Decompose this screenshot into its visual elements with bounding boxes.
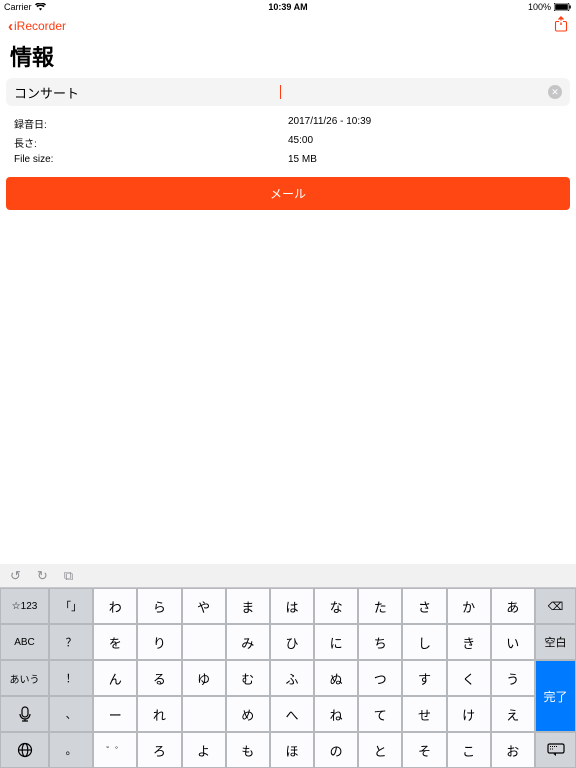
info-value: 45:00	[288, 135, 313, 150]
kana-key[interactable]: へ	[270, 696, 314, 732]
kana-key[interactable]: ぬ	[314, 660, 358, 696]
space-button[interactable]: 空白	[535, 624, 576, 660]
kana-key[interactable]: ひ	[270, 624, 314, 660]
kana-key[interactable]: ？	[49, 624, 93, 660]
kana-key[interactable]: を	[93, 624, 137, 660]
kana-key[interactable]: た	[358, 588, 402, 624]
info-value: 15 MB	[288, 154, 317, 165]
kana-key[interactable]: い	[491, 624, 535, 660]
kana-key[interactable]: ゛゜	[93, 732, 137, 768]
kana-key[interactable]: み	[226, 624, 270, 660]
info-label: 録音日:	[14, 116, 288, 131]
page-title: 情報	[0, 38, 576, 78]
mode-abc-button[interactable]: ABC	[0, 624, 49, 660]
nav-bar: ‹ iRecorder	[0, 14, 576, 38]
kana-key[interactable]: ん	[93, 660, 137, 696]
back-label: iRecorder	[14, 19, 66, 33]
kana-key[interactable]: む	[226, 660, 270, 696]
keyboard: ↺ ↻ ⧉ ☆123「」わらやまはなたさかあ ABC？をり みひにちしきいあいう！ん…	[0, 564, 576, 768]
kana-key[interactable]	[182, 696, 226, 732]
kana-key[interactable]: く	[447, 660, 491, 696]
redo-button[interactable]: ↻	[37, 568, 48, 584]
kana-key[interactable]: て	[358, 696, 402, 732]
kana-key[interactable]: ほ	[270, 732, 314, 768]
kana-key[interactable]: き	[447, 624, 491, 660]
kana-key[interactable]: や	[182, 588, 226, 624]
info-label: File size:	[14, 154, 288, 165]
battery-icon	[554, 3, 572, 11]
mode-kana-button[interactable]: あいう	[0, 660, 49, 696]
keyboard-toolbar: ↺ ↻ ⧉	[0, 564, 576, 588]
chevron-left-icon: ‹	[8, 18, 13, 35]
kana-key[interactable]: に	[314, 624, 358, 660]
kana-key[interactable]: し	[402, 624, 446, 660]
kana-key[interactable]: 、	[49, 696, 93, 732]
clear-input-button[interactable]: ✕	[548, 85, 562, 99]
text-cursor	[280, 85, 281, 99]
kana-key[interactable]: も	[226, 732, 270, 768]
mode-num-button[interactable]: ☆123	[0, 588, 49, 624]
kana-key[interactable]: と	[358, 732, 402, 768]
kana-key[interactable]: る	[137, 660, 181, 696]
kana-key[interactable]: な	[314, 588, 358, 624]
kana-key[interactable]: は	[270, 588, 314, 624]
status-bar: Carrier 10:39 AM 100%	[0, 0, 576, 14]
kana-key[interactable]: ね	[314, 696, 358, 732]
kana-key[interactable]: め	[226, 696, 270, 732]
share-button[interactable]	[554, 16, 568, 37]
kana-key[interactable]: ろ	[137, 732, 181, 768]
status-time: 10:39 AM	[268, 2, 307, 12]
kana-key[interactable]: ！	[49, 660, 93, 696]
kana-key[interactable]: す	[402, 660, 446, 696]
kana-key[interactable]: か	[447, 588, 491, 624]
name-input-container[interactable]: コンサート ✕	[6, 78, 570, 106]
dismiss-keyboard-button[interactable]	[535, 732, 576, 768]
carrier-label: Carrier	[4, 2, 32, 12]
kana-key[interactable]: り	[137, 624, 181, 660]
kana-key[interactable]: れ	[137, 696, 181, 732]
back-button[interactable]: ‹ iRecorder	[8, 18, 66, 35]
kana-key[interactable]: つ	[358, 660, 402, 696]
info-value: 2017/11/26 - 10:39	[288, 116, 371, 131]
mic-icon	[17, 706, 33, 722]
kana-key[interactable]: え	[491, 696, 535, 732]
kana-key[interactable]: せ	[402, 696, 446, 732]
kana-key[interactable]: ゆ	[182, 660, 226, 696]
kana-key[interactable]: ま	[226, 588, 270, 624]
kana-key[interactable]: 「」	[49, 588, 93, 624]
kana-key[interactable]: わ	[93, 588, 137, 624]
kana-key[interactable]: ー	[93, 696, 137, 732]
kana-key[interactable]: さ	[402, 588, 446, 624]
mail-button[interactable]: メール	[6, 177, 570, 210]
wifi-icon	[35, 3, 46, 11]
kana-key[interactable]: あ	[491, 588, 535, 624]
kana-key[interactable]: こ	[447, 732, 491, 768]
globe-icon	[17, 742, 33, 758]
done-button[interactable]: 完了	[535, 660, 576, 732]
kana-key[interactable]	[182, 624, 226, 660]
kana-key[interactable]: の	[314, 732, 358, 768]
globe-button[interactable]	[0, 732, 49, 768]
info-row-length: 長さ: 45:00	[6, 133, 570, 152]
name-input[interactable]: コンサート	[14, 83, 281, 102]
info-row-date: 録音日: 2017/11/26 - 10:39	[6, 114, 570, 133]
kana-key[interactable]: 。	[49, 732, 93, 768]
clipboard-button[interactable]: ⧉	[64, 568, 73, 584]
info-row-filesize: File size: 15 MB	[6, 152, 570, 167]
kana-key[interactable]: よ	[182, 732, 226, 768]
info-section: 録音日: 2017/11/26 - 10:39 長さ: 45:00 File s…	[0, 106, 576, 167]
kana-key[interactable]: う	[491, 660, 535, 696]
kana-key[interactable]: ら	[137, 588, 181, 624]
kana-key[interactable]: お	[491, 732, 535, 768]
info-label: 長さ:	[14, 135, 288, 150]
kana-key[interactable]: そ	[402, 732, 446, 768]
kana-key[interactable]: ち	[358, 624, 402, 660]
kana-key[interactable]: け	[447, 696, 491, 732]
mic-button[interactable]	[0, 696, 49, 732]
undo-button[interactable]: ↺	[10, 568, 21, 584]
battery-pct: 100%	[528, 2, 551, 12]
backspace-button[interactable]: ⌫	[535, 588, 576, 624]
kana-key[interactable]: ふ	[270, 660, 314, 696]
